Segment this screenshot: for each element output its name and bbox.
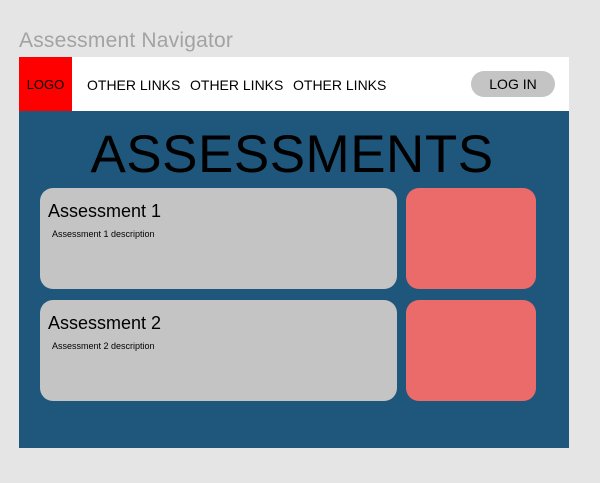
assessment-description: Assessment 1 description [52,229,155,239]
assessment-title: Assessment 2 [48,313,162,333]
assessment-2-action-tile[interactable] [406,300,536,401]
nav-link-2[interactable]: OTHER LINKS [190,77,283,93]
assessment-card-2[interactable]: Assessment 2 Assessment 2 description [40,300,397,401]
assessment-description: Assessment 2 description [52,341,155,351]
frame-title: Assessment Navigator [19,29,234,52]
app-frame: LOGO OTHER LINKS OTHER LINKS OTHER LINKS… [19,57,569,448]
page-title: ASSESSMENTS [90,125,494,184]
navbar: LOGO OTHER LINKS OTHER LINKS OTHER LINKS… [19,57,569,111]
logo[interactable]: LOGO [19,57,72,111]
assessment-title: Assessment 1 [48,201,162,221]
login-button[interactable]: LOG IN [471,71,555,97]
assessment-card-1[interactable]: Assessment 1 Assessment 1 description [40,188,397,289]
assessment-1-action-tile[interactable] [406,188,536,289]
nav-link-1[interactable]: OTHER LINKS [87,77,180,93]
nav-link-3[interactable]: OTHER LINKS [293,77,386,93]
